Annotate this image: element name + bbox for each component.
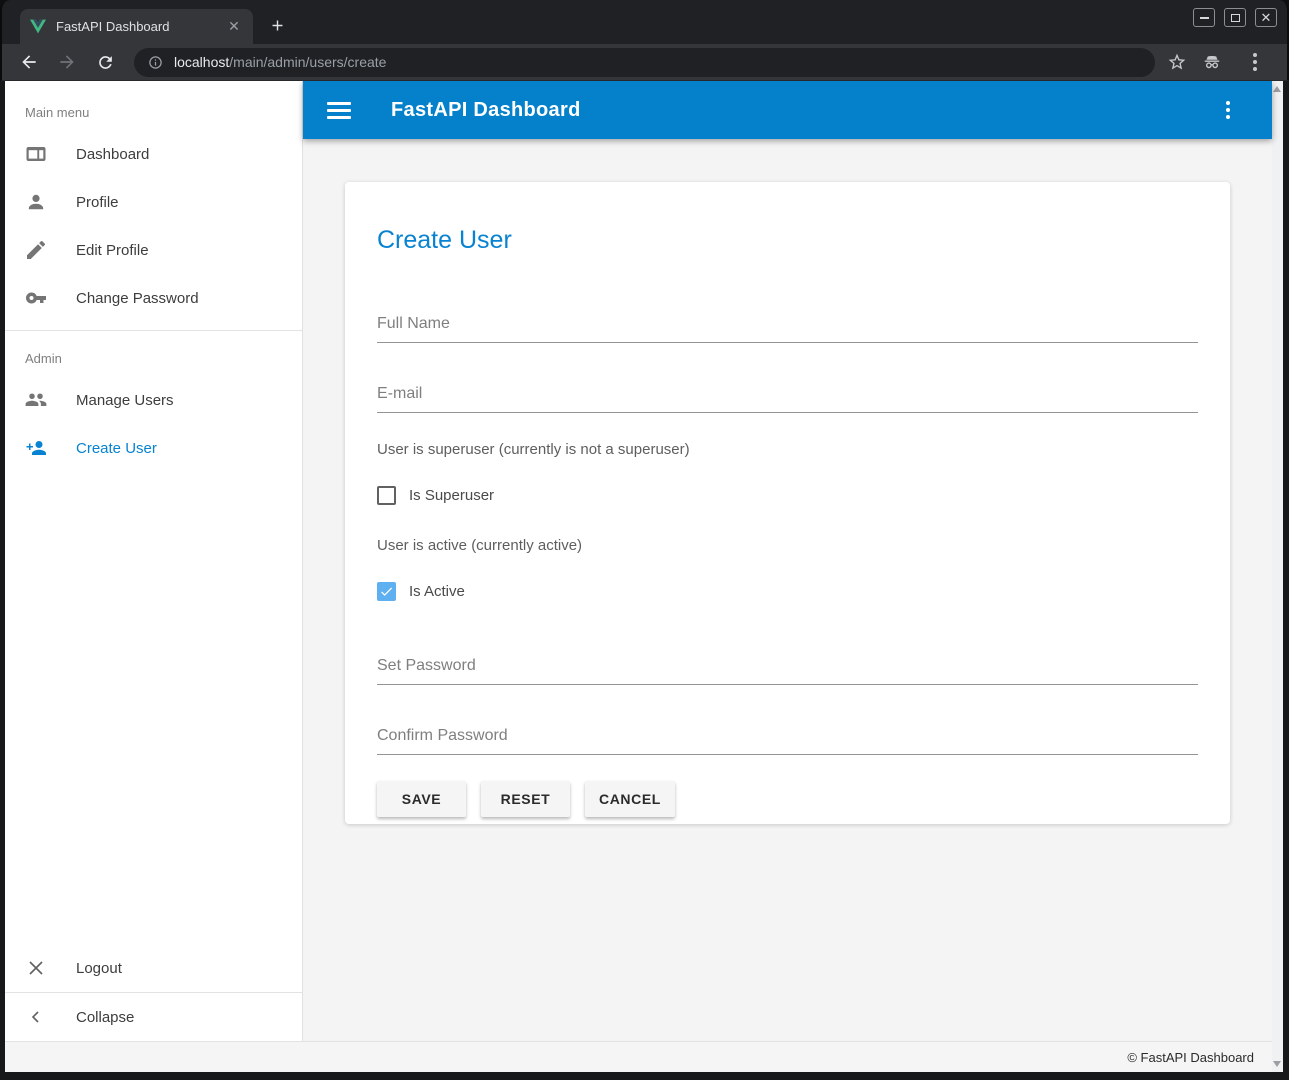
active-checkbox-row[interactable]: Is Active bbox=[377, 582, 1198, 601]
main-area: FastAPI Dashboard Create User User is su… bbox=[303, 81, 1272, 1041]
set-password-input[interactable] bbox=[377, 653, 1198, 685]
info-icon[interactable] bbox=[148, 55, 163, 70]
scroll-up-arrow-icon[interactable] bbox=[1273, 86, 1281, 92]
app-bar: FastAPI Dashboard bbox=[303, 81, 1272, 139]
chevron-left-icon bbox=[24, 1005, 48, 1029]
page-title: Create User bbox=[377, 226, 1198, 255]
confirm-password-input[interactable] bbox=[377, 723, 1198, 755]
sidebar-item-collapse[interactable]: Collapse bbox=[5, 993, 302, 1041]
sidebar-item-logout[interactable]: Logout bbox=[5, 944, 302, 992]
sidebar-item-label: Dashboard bbox=[76, 146, 149, 163]
plus-icon bbox=[269, 17, 286, 34]
browser-toolbar: localhost/main/admin/users/create bbox=[0, 44, 1289, 81]
reset-button[interactable]: RESET bbox=[481, 781, 570, 817]
person-add-icon bbox=[24, 436, 48, 460]
sidebar-bottom: Logout Collapse bbox=[5, 944, 302, 1041]
close-x-icon bbox=[24, 956, 48, 980]
sidebar-item-change-password[interactable]: Change Password bbox=[5, 274, 302, 322]
active-checkbox[interactable] bbox=[377, 582, 396, 601]
vue-logo-icon bbox=[30, 19, 46, 34]
superuser-checkbox[interactable] bbox=[377, 486, 396, 505]
new-tab-button[interactable] bbox=[264, 12, 290, 38]
email-input[interactable] bbox=[377, 381, 1198, 413]
key-icon bbox=[24, 286, 48, 310]
url-host: localhost bbox=[174, 54, 229, 70]
sidebar-item-profile[interactable]: Profile bbox=[5, 178, 302, 226]
incognito-icon bbox=[1201, 51, 1223, 73]
sidebar-section-header: Admin bbox=[5, 339, 302, 376]
toolbar-right bbox=[1167, 44, 1273, 80]
active-checkbox-label: Is Active bbox=[409, 583, 465, 600]
back-arrow-icon[interactable] bbox=[16, 49, 42, 75]
full-name-input[interactable] bbox=[377, 311, 1198, 343]
app-footer: © FastAPI Dashboard bbox=[5, 1041, 1272, 1072]
sidebar: Main menu Dashboard Profile Edit Profile bbox=[5, 81, 303, 1041]
url-path: /main/admin/users/create bbox=[229, 54, 386, 70]
tab-strip: FastAPI Dashboard ✕ ✕ bbox=[0, 0, 1289, 44]
appbar-title: FastAPI Dashboard bbox=[391, 99, 581, 122]
close-button[interactable]: ✕ bbox=[1255, 8, 1277, 27]
content-area: Create User User is superuser (currently… bbox=[303, 139, 1272, 1041]
sidebar-item-label: Edit Profile bbox=[76, 242, 149, 259]
sidebar-item-manage-users[interactable]: Manage Users bbox=[5, 376, 302, 424]
app-root: Main menu Dashboard Profile Edit Profile bbox=[5, 81, 1272, 1072]
superuser-note: User is superuser (currently is not a su… bbox=[377, 441, 1198, 458]
reload-icon[interactable] bbox=[92, 49, 118, 75]
browser-menu-kebab-icon[interactable] bbox=[1237, 44, 1273, 80]
sidebar-item-label: Profile bbox=[76, 194, 119, 211]
save-button[interactable]: SAVE bbox=[377, 781, 466, 817]
sidebar-item-label: Logout bbox=[76, 960, 122, 977]
browser-window: FastAPI Dashboard ✕ ✕ localhost/main/adm… bbox=[0, 0, 1289, 1080]
maximize-button[interactable] bbox=[1224, 8, 1246, 27]
active-note: User is active (currently active) bbox=[377, 537, 1198, 554]
url-bar[interactable]: localhost/main/admin/users/create bbox=[134, 48, 1155, 77]
sidebar-item-label: Change Password bbox=[76, 290, 199, 307]
create-user-card: Create User User is superuser (currently… bbox=[345, 182, 1230, 824]
page-viewport: Main menu Dashboard Profile Edit Profile bbox=[5, 81, 1283, 1072]
sidebar-divider bbox=[5, 330, 302, 331]
people-icon bbox=[24, 388, 48, 412]
sidebar-item-create-user[interactable]: Create User bbox=[5, 424, 302, 472]
forward-arrow-icon[interactable] bbox=[54, 49, 80, 75]
sidebar-item-label: Manage Users bbox=[76, 392, 174, 409]
appbar-kebab-menu-icon[interactable] bbox=[1210, 92, 1246, 128]
sidebar-section-header: Main menu bbox=[5, 93, 302, 130]
star-bookmark-icon[interactable] bbox=[1167, 52, 1187, 72]
sidebar-item-label: Collapse bbox=[76, 1009, 134, 1026]
browser-tab[interactable]: FastAPI Dashboard ✕ bbox=[20, 9, 253, 44]
superuser-checkbox-label: Is Superuser bbox=[409, 487, 494, 504]
dashboard-icon bbox=[24, 142, 48, 166]
person-icon bbox=[24, 190, 48, 214]
button-row: SAVE RESET CANCEL bbox=[377, 781, 1198, 817]
hamburger-menu-icon[interactable] bbox=[321, 92, 357, 128]
sidebar-item-edit-profile[interactable]: Edit Profile bbox=[5, 226, 302, 274]
minimize-button[interactable] bbox=[1193, 8, 1215, 27]
superuser-checkbox-row[interactable]: Is Superuser bbox=[377, 486, 1198, 505]
copyright-text: © FastAPI Dashboard bbox=[1127, 1050, 1254, 1065]
page-scrollbar[interactable] bbox=[1272, 81, 1283, 1072]
checkmark-icon bbox=[379, 584, 394, 599]
tab-title: FastAPI Dashboard bbox=[56, 19, 225, 34]
sidebar-item-label: Create User bbox=[76, 440, 157, 457]
sidebar-item-dashboard[interactable]: Dashboard bbox=[5, 130, 302, 178]
pencil-icon bbox=[24, 238, 48, 262]
window-controls: ✕ bbox=[1193, 8, 1277, 27]
tab-close-icon[interactable]: ✕ bbox=[225, 18, 243, 36]
scroll-down-arrow-icon[interactable] bbox=[1273, 1061, 1281, 1067]
cancel-button[interactable]: CANCEL bbox=[585, 781, 675, 817]
